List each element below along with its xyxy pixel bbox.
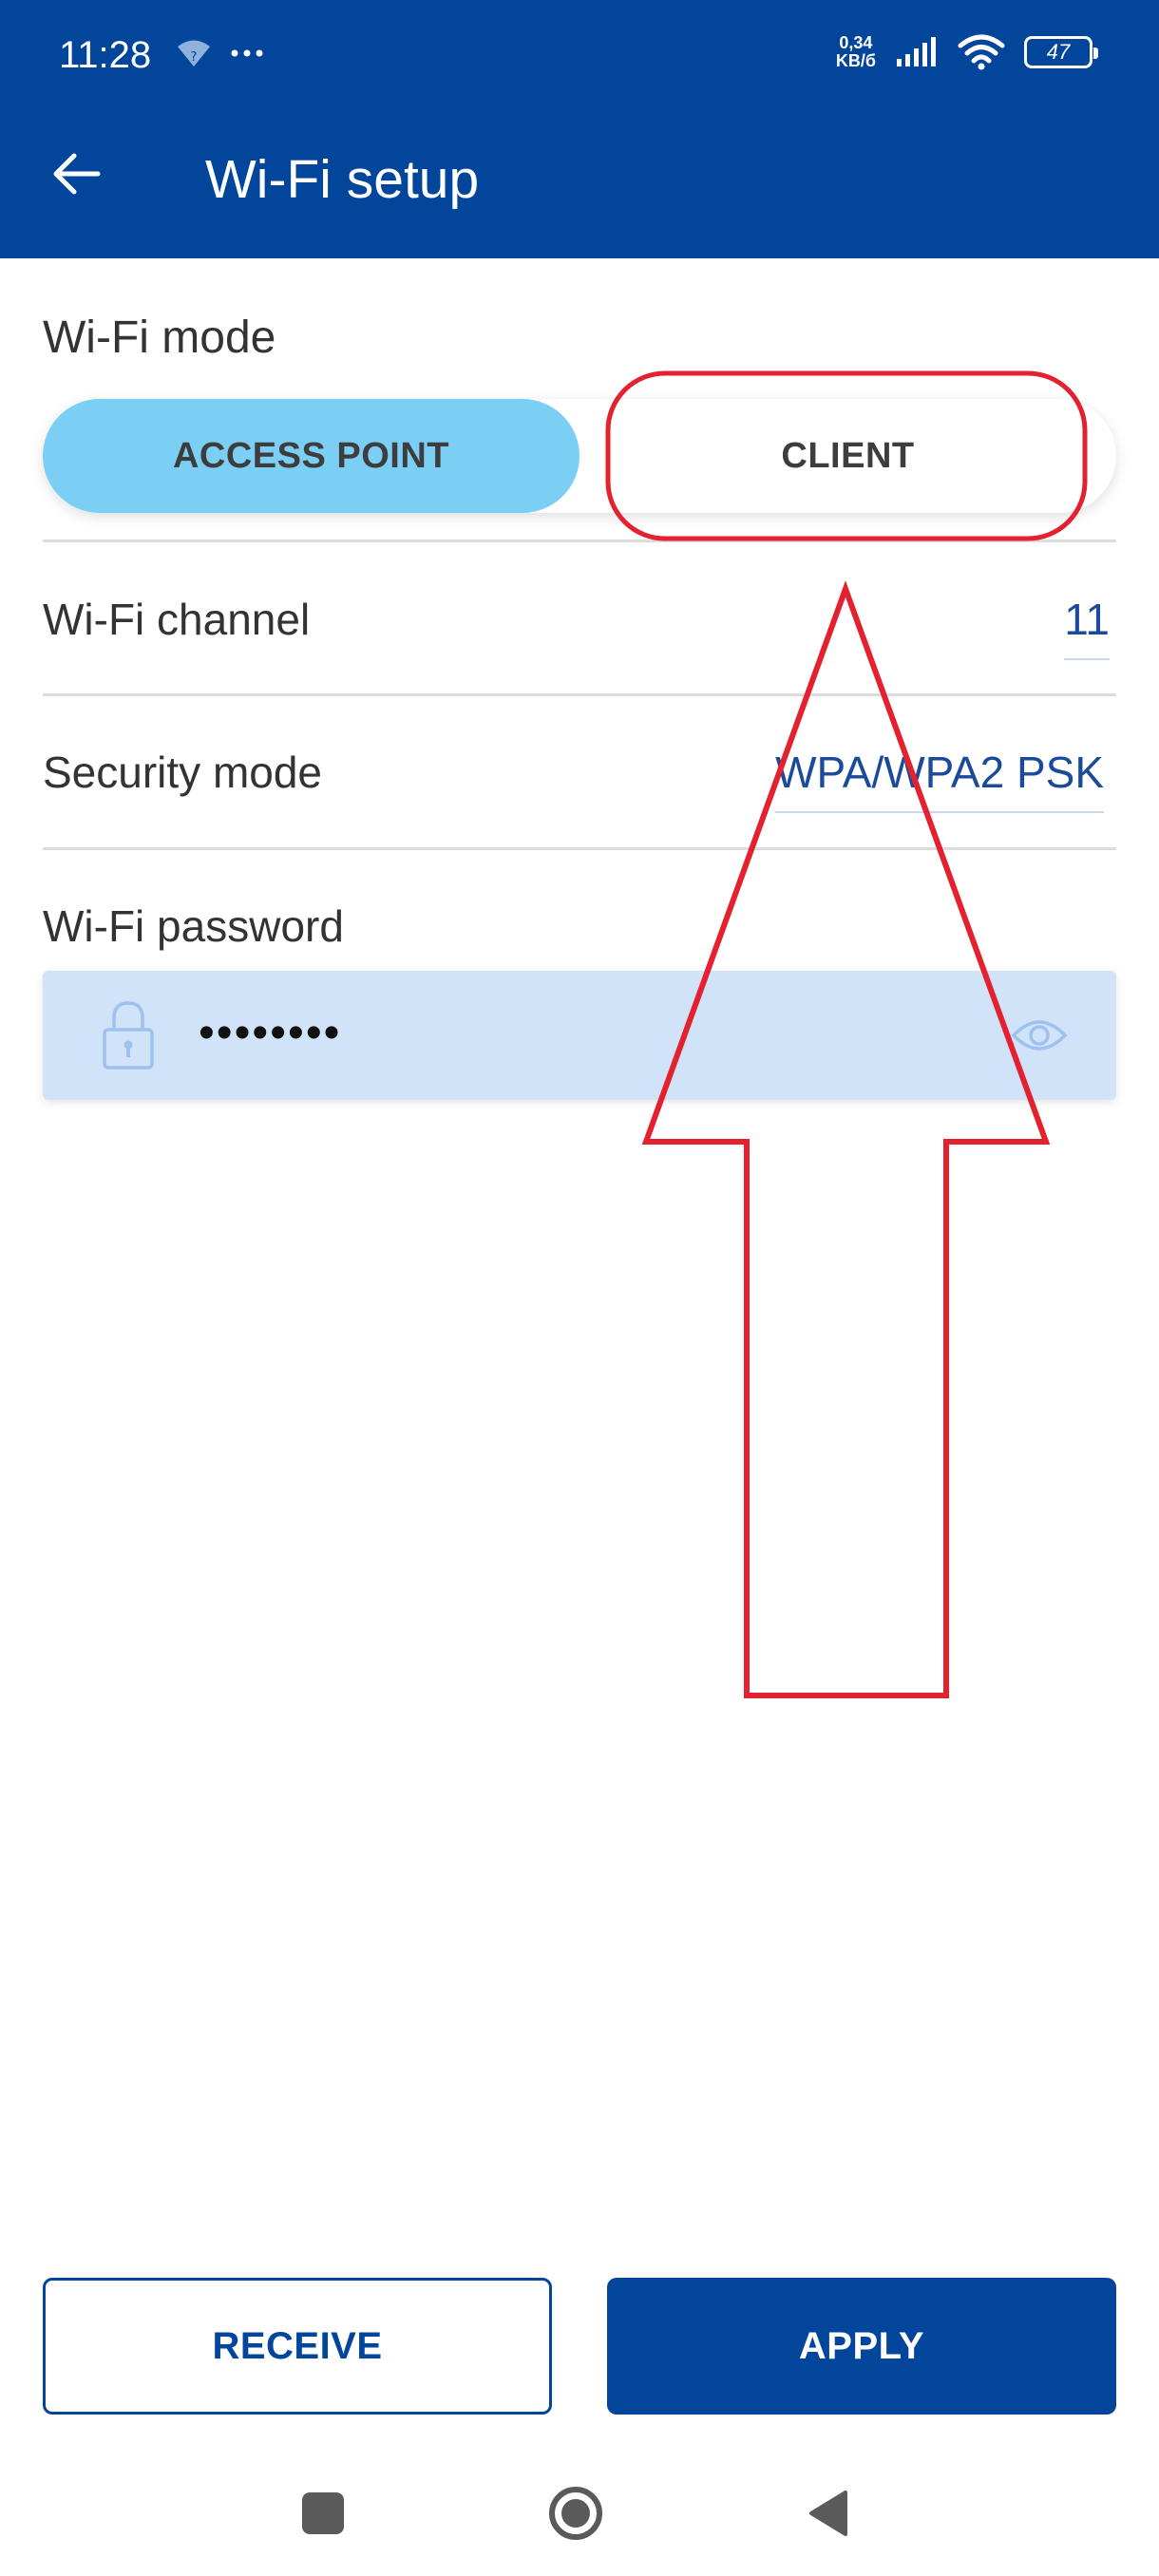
- wifi-password-label: Wi-Fi password: [43, 901, 344, 951]
- home-icon[interactable]: [547, 2485, 604, 2542]
- back-button[interactable]: [49, 147, 103, 200]
- divider: [43, 847, 1116, 850]
- apply-button[interactable]: APPLY: [607, 2278, 1116, 2415]
- wifi-channel-label: Wi-Fi channel: [43, 595, 311, 644]
- status-right-icons: 0,34 KB/б 47: [835, 33, 1098, 70]
- svg-text:?: ?: [191, 50, 198, 65]
- annotation-overlay: [605, 370, 1088, 1698]
- wifi-mode-label: Wi-Fi mode: [43, 313, 276, 363]
- more-dots-icon: [231, 49, 263, 57]
- net-speed: 0,34 KB/б: [835, 33, 876, 70]
- battery-icon: 47: [1024, 36, 1098, 68]
- security-mode-select[interactable]: WPA/WPA2 PSK: [775, 747, 1104, 813]
- security-mode-label: Security mode: [43, 748, 323, 797]
- access-point-button[interactable]: ACCESS POINT: [43, 399, 580, 513]
- receive-button[interactable]: RECEIVE: [43, 2278, 552, 2415]
- eye-icon[interactable]: [1010, 1009, 1069, 1062]
- recents-icon[interactable]: [302, 2492, 344, 2534]
- wifi-unknown-icon: ?: [178, 40, 210, 66]
- signal-icon: [897, 37, 936, 66]
- wifi-mode-toggle: ACCESS POINT CLIENT: [43, 399, 1116, 513]
- lock-icon: [103, 1001, 154, 1070]
- status-time: 11:28: [59, 34, 152, 76]
- wifi-icon: [958, 34, 1005, 70]
- arrow-left-icon: [53, 153, 101, 195]
- client-button[interactable]: CLIENT: [580, 399, 1116, 513]
- app-bar: 11:28 ? 0,34 KB/б 47 Wi-Fi setup: [0, 0, 1159, 258]
- wifi-password-field[interactable]: ••••••••: [43, 971, 1116, 1100]
- wifi-channel-select[interactable]: 11: [1064, 594, 1110, 660]
- system-nav-bar: [0, 2460, 1159, 2565]
- wifi-password-value: ••••••••: [199, 1008, 342, 1058]
- nav-back-icon[interactable]: [806, 2489, 851, 2538]
- divider: [43, 540, 1116, 542]
- status-left-icons: ?: [176, 38, 263, 68]
- divider: [43, 693, 1116, 696]
- page-title: Wi-Fi setup: [205, 149, 480, 210]
